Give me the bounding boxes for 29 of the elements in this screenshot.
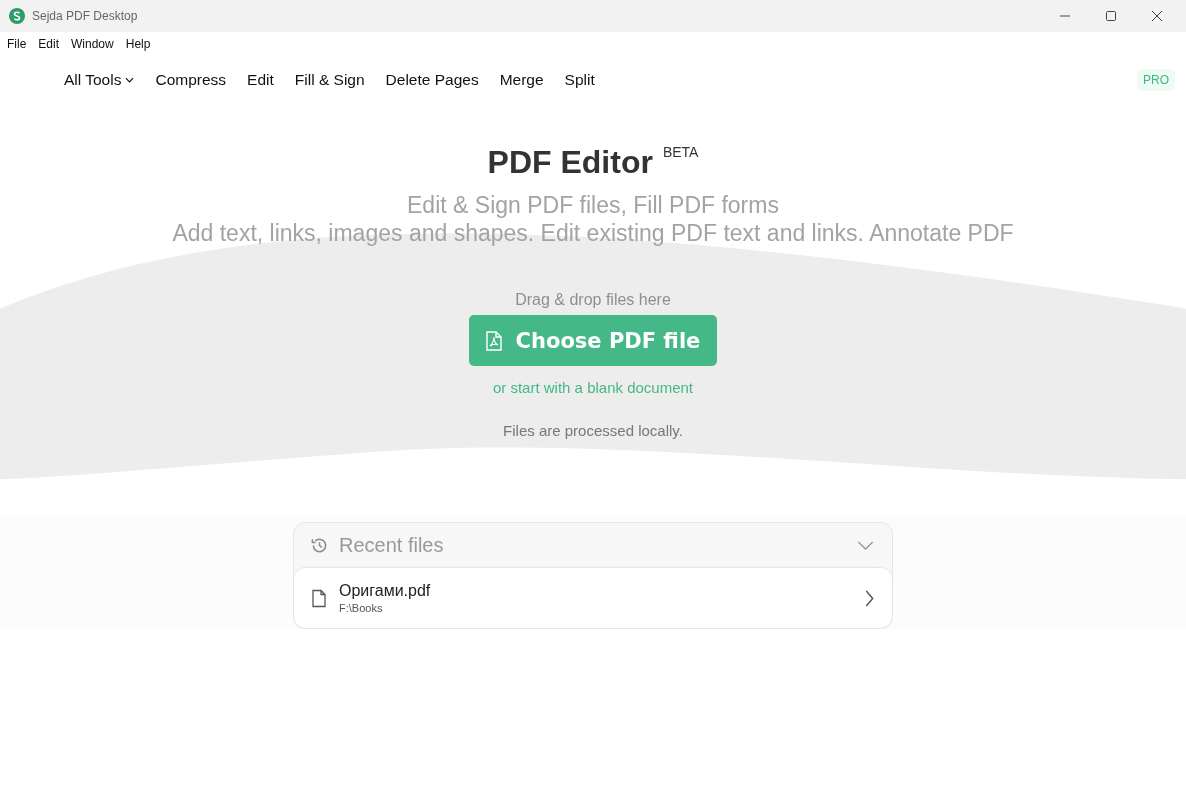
pdf-file-icon [485,329,502,352]
file-icon [312,588,326,608]
caret-icon [125,77,135,83]
app-logo-icon [9,8,25,24]
window-title: Sejda PDF Desktop [32,9,138,23]
nav-link[interactable]: Merge [499,71,544,89]
recent-files-title: Recent files [339,533,444,557]
drop-hint: Drag & drop files here [515,291,671,309]
nav-link[interactable]: Fill & Sign [294,71,365,89]
nav-link[interactable]: Compress [155,71,227,89]
menu-item[interactable]: Help [125,37,151,51]
page-title: PDF Editor [487,144,653,181]
beta-tag: BETA [662,144,699,160]
recent-file-item[interactable]: Оригами.pdf F:\Books [294,567,892,628]
nav-link[interactable]: Split [564,71,595,89]
nav-link[interactable]: Edit [247,71,274,89]
subtitle: Edit & Sign PDF files, Fill PDF forms [407,191,779,219]
file-path: F:\Books [339,602,384,614]
nav-dropdown[interactable]: All Tools [64,71,135,89]
description: Add text, links, images and shapes. Edit existing PDF text and links. Annotate PDF [172,219,1014,247]
chevron-right-icon [865,589,874,607]
maximize-icon[interactable] [1106,11,1116,21]
menu-item[interactable]: Edit [38,37,60,51]
menu-item[interactable]: Window [71,37,114,51]
close-icon[interactable] [1152,11,1162,21]
local-processing-note: Files are processed locally. [503,422,683,439]
file-name: Оригами.pdf [339,582,431,600]
nav-link[interactable]: Delete Pages [385,71,479,89]
menu-item[interactable]: File [7,37,27,51]
